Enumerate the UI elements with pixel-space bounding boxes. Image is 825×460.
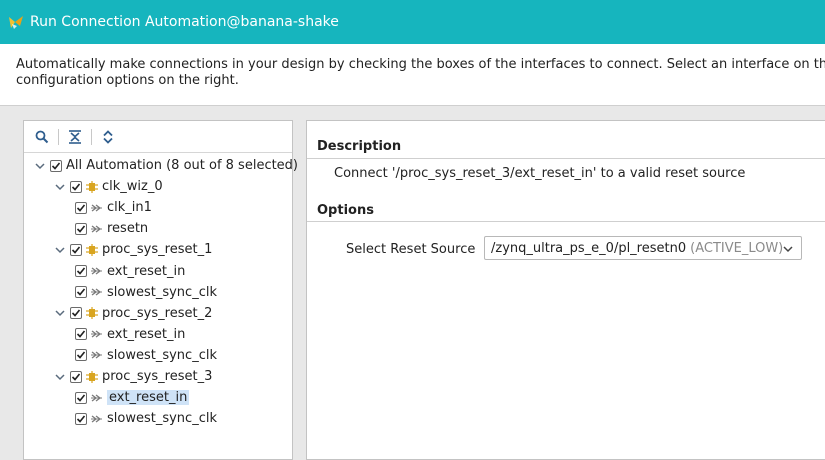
tree-row-label: ext_reset_in: [107, 263, 186, 279]
chevron-down-icon[interactable]: [54, 181, 66, 193]
chevron-down-icon[interactable]: [54, 244, 66, 256]
tree-row-label: ext_reset_in: [107, 326, 186, 342]
divider: [307, 158, 825, 159]
tree-row[interactable]: clk_wiz_0: [54, 176, 163, 197]
tree-toolbar: [24, 121, 292, 153]
interface-pin-icon: [91, 202, 103, 214]
tree-row[interactable]: ext_reset_in: [75, 261, 185, 282]
interface-pin-icon: [91, 286, 103, 298]
checkbox[interactable]: [75, 222, 87, 235]
interface-pin-icon: [91, 392, 103, 404]
options-heading: Options: [317, 203, 374, 218]
tree-row-label: slowest_sync_clk: [107, 411, 217, 427]
reset-source-polarity: (ACTIVE_LOW): [690, 240, 784, 256]
toolbar-divider: [91, 128, 92, 145]
tree-row[interactable]: ext_reset_in: [75, 324, 185, 345]
checkbox[interactable]: [50, 159, 62, 172]
reset-source-value: /zynq_ultra_ps_e_0/pl_resetn0: [491, 240, 687, 256]
tree-row[interactable]: ext_reset_in: [75, 387, 190, 408]
checkbox[interactable]: [70, 243, 82, 256]
tree-row[interactable]: proc_sys_reset_3: [54, 366, 212, 387]
divider: [307, 221, 825, 222]
collapse-all-icon[interactable]: [65, 127, 85, 147]
tree-row-label: clk_in1: [107, 200, 152, 216]
tree-row-label: slowest_sync_clk: [107, 284, 217, 300]
tree-row-label: proc_sys_reset_2: [102, 305, 213, 321]
tree-row[interactable]: proc_sys_reset_2: [54, 303, 212, 324]
instructions-banner: Automatically make connections in your d…: [0, 44, 825, 106]
tree-row-label: clk_wiz_0: [102, 179, 163, 195]
checkbox[interactable]: [70, 370, 82, 383]
ip-block-icon: [86, 370, 98, 383]
interface-pin-icon: [91, 223, 103, 235]
search-icon[interactable]: [32, 127, 52, 147]
vivado-logo-icon: [8, 14, 24, 30]
ip-block-icon: [86, 180, 98, 193]
interface-pin-icon: [91, 413, 103, 425]
chevron-down-icon[interactable]: [54, 307, 66, 319]
tree-row-label: proc_sys_reset_1: [102, 242, 213, 258]
automation-tree-panel: All Automation (8 out of 8 selected) clk_…: [23, 120, 298, 460]
instructions-line-1: Automatically make connections in your d…: [16, 57, 825, 72]
tree-row-label: proc_sys_reset_3: [102, 369, 213, 384]
details-panel: Description Connect '/proc_sys_reset_3/e…: [306, 120, 825, 460]
tree-row[interactable]: slowest_sync_clk: [75, 345, 217, 366]
checkbox[interactable]: [75, 412, 87, 425]
chevron-down-icon[interactable]: [34, 160, 46, 172]
reset-source-dropdown[interactable]: /zynq_ultra_ps_e_0/pl_resetn0 (ACTIVE_LO…: [484, 236, 802, 260]
tree-row[interactable]: resetn: [75, 218, 148, 239]
tree-row-label: ext_reset_in: [107, 390, 190, 406]
checkbox[interactable]: [75, 328, 87, 341]
tree-row[interactable]: All Automation (8 out of 8 selected): [34, 155, 298, 176]
checkbox[interactable]: [75, 265, 87, 277]
tree-row[interactable]: slowest_sync_clk: [75, 282, 217, 303]
description-text: Connect '/proc_sys_reset_3/ext_reset_in'…: [334, 166, 746, 181]
tree-row-label: resetn: [107, 221, 149, 237]
title-bar: Run Connection Automation@banana-shake: [0, 0, 825, 44]
tree-row[interactable]: clk_in1: [75, 197, 152, 218]
tree-row-label: slowest_sync_clk: [107, 347, 217, 363]
ip-block-icon: [86, 243, 98, 256]
ip-block-icon: [86, 307, 98, 320]
reset-source-label: Select Reset Source: [346, 242, 476, 257]
checkbox[interactable]: [70, 307, 82, 320]
checkbox[interactable]: [75, 201, 87, 214]
checkbox[interactable]: [75, 391, 87, 404]
checkbox[interactable]: [75, 286, 87, 299]
chevron-down-icon: [783, 243, 793, 258]
window-title: Run Connection Automation@banana-shake: [30, 14, 339, 30]
checkbox[interactable]: [70, 180, 82, 193]
interface-pin-icon: [91, 349, 103, 361]
description-heading: Description: [317, 139, 402, 154]
toolbar-divider: [58, 128, 59, 145]
chevron-down-icon[interactable]: [54, 371, 66, 383]
instructions-line-2: configuration options on the right.: [16, 73, 239, 88]
tree-row[interactable]: slowest_sync_clk: [75, 408, 217, 429]
interface-pin-icon: [91, 265, 103, 277]
tree-row[interactable]: proc_sys_reset_1: [54, 239, 212, 260]
checkbox[interactable]: [75, 349, 87, 362]
tree-row-label: All Automation (8 out of 8 selected): [66, 158, 299, 173]
interface-pin-icon: [91, 328, 103, 340]
expand-all-icon[interactable]: [98, 127, 118, 147]
